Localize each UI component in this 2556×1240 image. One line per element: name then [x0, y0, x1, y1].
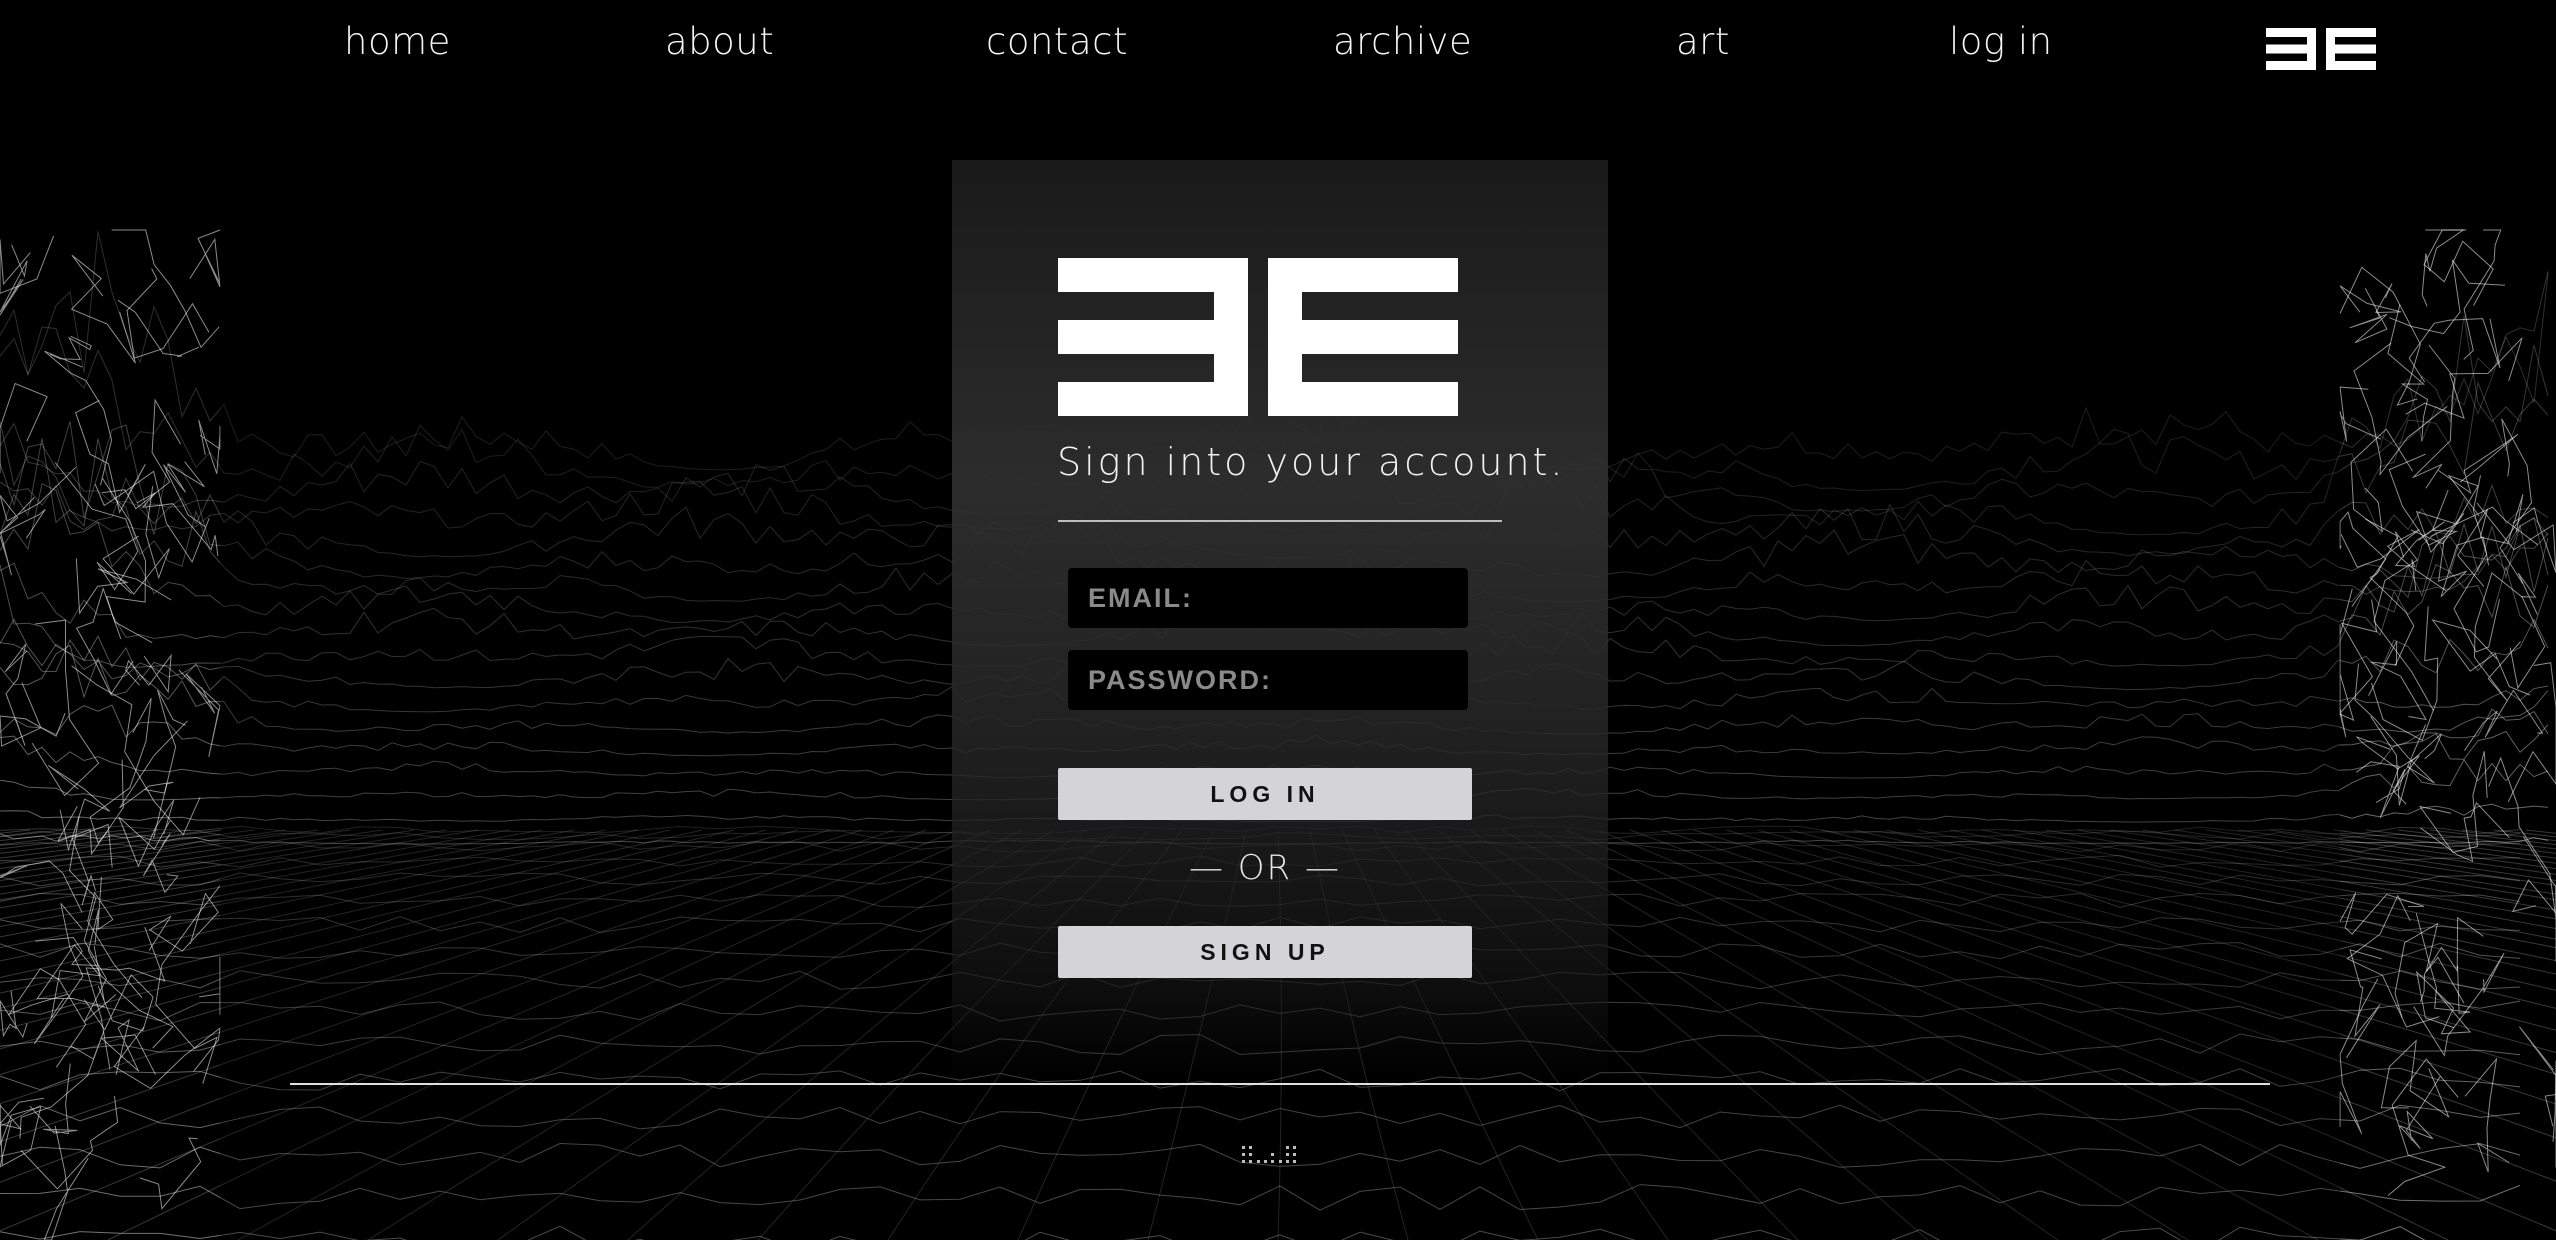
dotted-mark-icon	[1242, 1146, 1296, 1163]
nav-link-home[interactable]: home	[344, 20, 451, 63]
heading-divider	[1058, 520, 1502, 522]
top-navigation: home about contact archive art log in	[0, 0, 2556, 100]
sign-up-button[interactable]: SIGN UP	[1058, 926, 1472, 978]
3e-logo-icon	[1058, 258, 1458, 416]
email-field[interactable]	[1068, 568, 1468, 628]
footer-divider	[290, 1083, 2270, 1085]
nav-link-log-in[interactable]: log in	[1949, 20, 2053, 63]
log-in-button[interactable]: LOG IN	[1058, 768, 1472, 820]
login-page: home about contact archive art log in Si…	[0, 0, 2556, 1240]
nav-link-contact[interactable]: contact	[986, 20, 1128, 63]
3e-logo-icon[interactable]	[2266, 28, 2376, 70]
or-separator: — OR —	[1188, 848, 1341, 888]
password-field[interactable]	[1068, 650, 1468, 710]
nav-link-about[interactable]: about	[665, 20, 774, 63]
nav-link-art[interactable]: art	[1676, 20, 1730, 63]
nav-link-archive[interactable]: archive	[1333, 20, 1472, 63]
signin-heading: Sign into your account.	[1057, 440, 1566, 484]
